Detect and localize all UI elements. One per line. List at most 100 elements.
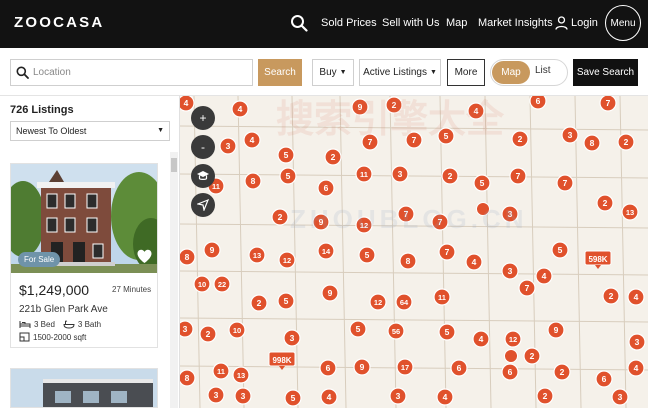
listing-cluster-marker[interactable]: 5 bbox=[438, 323, 456, 341]
listing-cluster-marker[interactable] bbox=[476, 202, 490, 216]
listing-cluster-marker[interactable]: 4 bbox=[467, 102, 485, 120]
listing-cluster-marker[interactable]: 17 bbox=[396, 358, 414, 376]
listing-cluster-marker[interactable]: 13 bbox=[232, 366, 250, 384]
listing-cluster-marker[interactable]: 2 bbox=[523, 347, 541, 365]
map-canvas[interactable]: 4 4 9 2 4 6 7 3 4 7 7 5 2 3 8 2 5 2 11 3 2 11 8 6 5 7 7 5 2 9 12 7 7 3 2 13… bbox=[180, 96, 648, 408]
save-search-button[interactable]: Save Search bbox=[573, 59, 638, 86]
listing-cluster-marker[interactable]: 4 bbox=[231, 100, 249, 118]
listing-cluster-marker[interactable]: 3 bbox=[207, 386, 225, 404]
login-link[interactable]: Login bbox=[571, 17, 598, 29]
listing-cluster-marker[interactable]: 12 bbox=[278, 251, 296, 269]
listing-cluster-marker[interactable]: 5 bbox=[277, 146, 295, 164]
listing-cluster-marker[interactable]: 5 bbox=[349, 320, 367, 338]
listing-cluster-marker[interactable]: 4 bbox=[472, 330, 490, 348]
listing-cluster-marker[interactable]: 7 bbox=[438, 243, 456, 261]
listing-cluster-marker[interactable]: 5 bbox=[473, 174, 491, 192]
listing-cluster-marker[interactable]: 2 bbox=[250, 294, 268, 312]
listing-cluster-marker[interactable]: 12 bbox=[355, 216, 373, 234]
listing-card[interactable] bbox=[10, 368, 158, 408]
listing-cluster-marker[interactable]: 11 bbox=[355, 165, 373, 183]
listing-cluster-marker[interactable]: 6 bbox=[501, 363, 519, 381]
school-layer-button[interactable] bbox=[191, 164, 215, 188]
listing-cluster-marker[interactable]: 10 bbox=[228, 321, 246, 339]
scrollbar-thumb[interactable] bbox=[171, 158, 177, 172]
list-view-button[interactable]: List bbox=[535, 65, 551, 76]
listing-cluster-marker[interactable]: 3 bbox=[219, 137, 237, 155]
listing-cluster-marker[interactable]: 9 bbox=[547, 321, 565, 339]
listing-cluster-marker[interactable]: 4 bbox=[627, 288, 645, 306]
zoocasa-logo[interactable]: ZOOCASA bbox=[14, 14, 104, 31]
listing-cluster-marker[interactable]: 9 bbox=[203, 241, 221, 259]
listing-cluster-marker[interactable]: 22 bbox=[213, 275, 231, 293]
listing-cluster-marker[interactable]: 7 bbox=[361, 133, 379, 151]
listing-cluster-marker[interactable]: 2 bbox=[324, 148, 342, 166]
listing-cluster-marker[interactable]: 2 bbox=[553, 363, 571, 381]
nav-link-market-insights[interactable]: Market Insights bbox=[478, 17, 553, 29]
listing-cluster-marker[interactable]: 8 bbox=[180, 248, 196, 266]
listing-cluster-marker[interactable]: 64 bbox=[395, 293, 413, 311]
listing-cluster-marker[interactable]: 3 bbox=[611, 388, 629, 406]
listing-cluster-marker[interactable]: 4 bbox=[243, 131, 261, 149]
listing-cluster-marker[interactable]: 8 bbox=[180, 369, 196, 387]
listing-cluster-marker[interactable]: 11 bbox=[433, 288, 451, 306]
listing-cluster-marker[interactable]: 2 bbox=[271, 208, 289, 226]
more-filters-button[interactable]: More bbox=[447, 59, 485, 86]
buy-dropdown[interactable]: Buy ▼ bbox=[312, 59, 354, 86]
listing-cluster-marker[interactable]: 5 bbox=[284, 389, 302, 407]
nav-link-sold-prices[interactable]: Sold Prices bbox=[321, 17, 377, 29]
listing-cluster-marker[interactable]: 3 bbox=[561, 126, 579, 144]
zoom-out-button[interactable]: - bbox=[191, 135, 215, 159]
listing-cluster-marker[interactable] bbox=[504, 349, 518, 363]
listing-cluster-marker[interactable]: 3 bbox=[501, 205, 519, 223]
zoom-in-button[interactable]: + bbox=[191, 106, 215, 130]
listing-cluster-marker[interactable]: 2 bbox=[199, 325, 217, 343]
listing-cluster-marker[interactable]: 9 bbox=[312, 213, 330, 231]
listing-cluster-marker[interactable]: 4 bbox=[180, 96, 195, 112]
listing-cluster-marker[interactable]: 4 bbox=[465, 253, 483, 271]
listing-cluster-marker[interactable]: 5 bbox=[277, 292, 295, 310]
listing-cluster-marker[interactable]: 4 bbox=[320, 388, 338, 406]
listing-cluster-marker[interactable]: 6 bbox=[319, 359, 337, 377]
listing-cluster-marker[interactable]: 5 bbox=[437, 127, 455, 145]
listings-scrollbar[interactable] bbox=[170, 152, 178, 408]
location-input[interactable] bbox=[33, 63, 243, 82]
listing-cluster-marker[interactable]: 7 bbox=[599, 96, 617, 112]
listing-cluster-marker[interactable]: 13 bbox=[621, 203, 639, 221]
search-button[interactable]: Search bbox=[258, 59, 302, 86]
listing-cluster-marker[interactable]: 3 bbox=[628, 333, 646, 351]
nav-link-sell-with-us[interactable]: Sell with Us bbox=[382, 17, 439, 29]
listing-cluster-marker[interactable]: 7 bbox=[431, 213, 449, 231]
listing-address[interactable]: 221b Glen Park Ave bbox=[19, 304, 108, 315]
listing-cluster-marker[interactable]: 5 bbox=[358, 246, 376, 264]
listing-cluster-marker[interactable]: 3 bbox=[501, 262, 519, 280]
listing-cluster-marker[interactable]: 9 bbox=[353, 358, 371, 376]
listing-cluster-marker[interactable]: 8 bbox=[583, 134, 601, 152]
listing-cluster-marker[interactable]: 3 bbox=[391, 165, 409, 183]
nav-link-map[interactable]: Map bbox=[446, 17, 467, 29]
listing-cluster-marker[interactable]: 6 bbox=[595, 370, 613, 388]
listing-cluster-marker[interactable]: 2 bbox=[385, 96, 403, 114]
listing-cluster-marker[interactable]: 5 bbox=[551, 241, 569, 259]
listing-cluster-marker[interactable]: 7 bbox=[509, 167, 527, 185]
listing-cluster-marker[interactable]: 6 bbox=[450, 359, 468, 377]
listing-cluster-marker[interactable]: 6 bbox=[529, 96, 547, 110]
listing-cluster-marker[interactable]: 2 bbox=[441, 167, 459, 185]
listing-cluster-marker[interactable]: 9 bbox=[351, 98, 369, 116]
listing-cluster-marker[interactable]: 3 bbox=[283, 329, 301, 347]
listing-cluster-marker[interactable]: 12 bbox=[369, 293, 387, 311]
listing-cluster-marker[interactable]: 7 bbox=[556, 174, 574, 192]
heart-icon[interactable] bbox=[136, 248, 153, 265]
listing-cluster-marker[interactable]: 2 bbox=[511, 130, 529, 148]
locate-me-button[interactable] bbox=[191, 193, 215, 217]
listing-cluster-marker[interactable]: 3 bbox=[389, 387, 407, 405]
listing-cluster-marker[interactable]: 9 bbox=[321, 284, 339, 302]
menu-button[interactable]: Menu bbox=[605, 5, 641, 41]
listing-cluster-marker[interactable]: 4 bbox=[436, 388, 454, 406]
user-icon[interactable] bbox=[555, 16, 568, 30]
listing-cluster-marker[interactable]: 8 bbox=[244, 172, 262, 190]
listing-card[interactable]: For Sale $1,249,000 27 Minutes 221b Glen… bbox=[10, 163, 158, 348]
listing-cluster-marker[interactable]: 10 bbox=[193, 275, 211, 293]
listing-cluster-marker[interactable]: 8 bbox=[399, 252, 417, 270]
listing-cluster-marker[interactable]: 12 bbox=[504, 330, 522, 348]
listing-cluster-marker[interactable]: 3 bbox=[180, 320, 194, 338]
